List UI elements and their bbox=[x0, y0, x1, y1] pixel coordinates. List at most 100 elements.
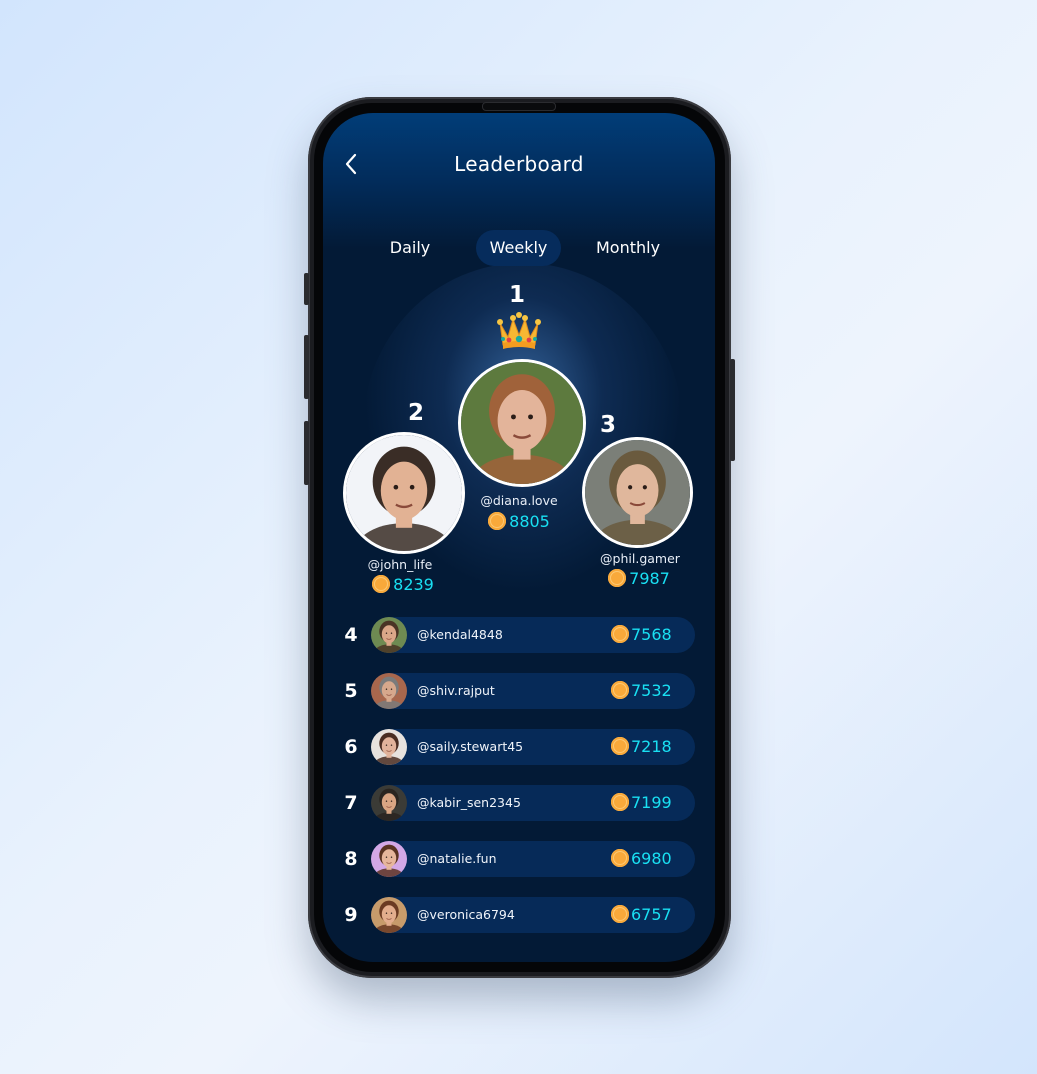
avatar-image bbox=[371, 785, 407, 821]
tab-daily[interactable]: Daily bbox=[378, 230, 442, 266]
rank-number: 9 bbox=[344, 904, 358, 926]
coin-icon bbox=[372, 575, 391, 593]
coin-icon bbox=[611, 681, 629, 699]
score-value: 7218 bbox=[631, 737, 672, 756]
score: 6757 bbox=[611, 897, 672, 933]
crown-icon bbox=[495, 309, 543, 353]
portrait-eye bbox=[385, 800, 388, 802]
avatar-image bbox=[371, 617, 407, 653]
username: @shiv.rajput bbox=[417, 683, 495, 698]
avatar-image bbox=[371, 897, 407, 933]
portrait-face bbox=[616, 464, 659, 517]
username: @natalie.fun bbox=[417, 851, 497, 866]
avatar-image bbox=[371, 673, 407, 709]
username: @kabir_sen2345 bbox=[417, 795, 521, 810]
rank-number: 7 bbox=[344, 792, 358, 814]
avatar bbox=[371, 785, 407, 821]
portrait-face bbox=[381, 793, 397, 812]
podium-rank-1: 1 bbox=[508, 282, 525, 308]
portrait-face bbox=[381, 625, 397, 644]
list-item[interactable]: 5 @shiv.rajput 7532 bbox=[343, 673, 695, 709]
score-value: 7199 bbox=[631, 793, 672, 812]
score-value: 7987 bbox=[629, 569, 670, 588]
podium-avatar-3[interactable] bbox=[582, 437, 693, 548]
coin-icon bbox=[611, 625, 629, 643]
portrait-eye bbox=[390, 744, 393, 746]
portrait-eye bbox=[390, 632, 393, 634]
portrait-eye bbox=[390, 856, 393, 858]
portrait-eye bbox=[390, 800, 393, 802]
score: 6980 bbox=[611, 841, 672, 877]
score-value: 7532 bbox=[631, 681, 672, 700]
podium-handle-2: @john_life bbox=[367, 557, 433, 572]
list-item[interactable]: 8 @natalie.fun 6980 bbox=[343, 841, 695, 877]
avatar-image bbox=[461, 362, 583, 484]
list-item[interactable]: 4 @kendal4848 7568 bbox=[343, 617, 695, 653]
avatar-image bbox=[585, 440, 690, 545]
avatar bbox=[371, 729, 407, 765]
avatar-image bbox=[371, 841, 407, 877]
page-title: Leaderboard bbox=[454, 152, 584, 176]
list-item[interactable]: 6 @saily.stewart45 7218 bbox=[343, 729, 695, 765]
list-item[interactable]: 9 @veronica6794 6757 bbox=[343, 897, 695, 933]
volume-down-button bbox=[304, 421, 309, 485]
portrait-face bbox=[497, 390, 547, 452]
tab-weekly[interactable]: Weekly bbox=[476, 230, 561, 266]
portrait-face bbox=[381, 681, 397, 700]
avatar bbox=[371, 617, 407, 653]
rank-number: 6 bbox=[344, 736, 358, 758]
coin-icon bbox=[611, 793, 629, 811]
avatar bbox=[371, 897, 407, 933]
mute-switch bbox=[304, 273, 309, 305]
portrait-eye bbox=[385, 632, 388, 634]
podium-avatar-2[interactable] bbox=[343, 432, 465, 554]
portrait-eye bbox=[511, 414, 516, 420]
score: 7199 bbox=[611, 785, 672, 821]
portrait-eye bbox=[385, 912, 388, 914]
rank-number: 8 bbox=[344, 848, 358, 870]
period-tabs: Daily Weekly Monthly bbox=[323, 230, 715, 268]
username: @veronica6794 bbox=[417, 907, 515, 922]
avatar bbox=[371, 841, 407, 877]
portrait-eye bbox=[409, 484, 415, 490]
portrait-eye bbox=[385, 856, 388, 858]
portrait-face bbox=[381, 849, 397, 868]
rank-number: 5 bbox=[344, 680, 358, 702]
coin-icon bbox=[611, 737, 629, 755]
portrait-face bbox=[381, 737, 397, 756]
portrait-eye bbox=[393, 484, 399, 490]
portrait-eye bbox=[628, 485, 633, 490]
coin-icon bbox=[608, 569, 627, 587]
podium-rank-3: 3 bbox=[599, 412, 616, 438]
podium-score-2: 8239 bbox=[343, 575, 463, 594]
score-value: 6980 bbox=[631, 849, 672, 868]
phone-frame: Leaderboard Daily Weekly Monthly 1 @dian… bbox=[304, 97, 735, 978]
coin-icon bbox=[488, 512, 507, 530]
app-header: Leaderboard bbox=[323, 113, 715, 213]
portrait-face bbox=[380, 461, 428, 520]
portrait-eye bbox=[385, 688, 388, 690]
tab-monthly[interactable]: Monthly bbox=[587, 230, 669, 266]
username: @saily.stewart45 bbox=[417, 739, 524, 754]
list-item[interactable]: 7 @kabir_sen2345 7199 bbox=[343, 785, 695, 821]
speaker-grille bbox=[482, 102, 556, 111]
portrait-eye bbox=[390, 912, 393, 914]
score: 7568 bbox=[611, 617, 672, 653]
score: 7532 bbox=[611, 673, 672, 709]
coin-icon bbox=[611, 849, 629, 867]
podium-handle-3: @phil.gamer bbox=[600, 551, 680, 566]
score-value: 7568 bbox=[631, 625, 672, 644]
portrait-eye bbox=[528, 414, 533, 420]
volume-up-button bbox=[304, 335, 309, 399]
rank-number: 4 bbox=[344, 624, 358, 646]
podium-score-1: 8805 bbox=[459, 512, 579, 531]
portrait-eye bbox=[385, 744, 388, 746]
podium-avatar-1[interactable] bbox=[458, 359, 586, 487]
podium-handle-1: @diana.love bbox=[480, 493, 558, 508]
coin-icon bbox=[611, 905, 629, 923]
avatar-image bbox=[346, 435, 462, 551]
score: 7218 bbox=[611, 729, 672, 765]
portrait-eye bbox=[390, 688, 393, 690]
podium-score-3: 7987 bbox=[579, 569, 699, 588]
podium-rank-2: 2 bbox=[407, 400, 424, 426]
